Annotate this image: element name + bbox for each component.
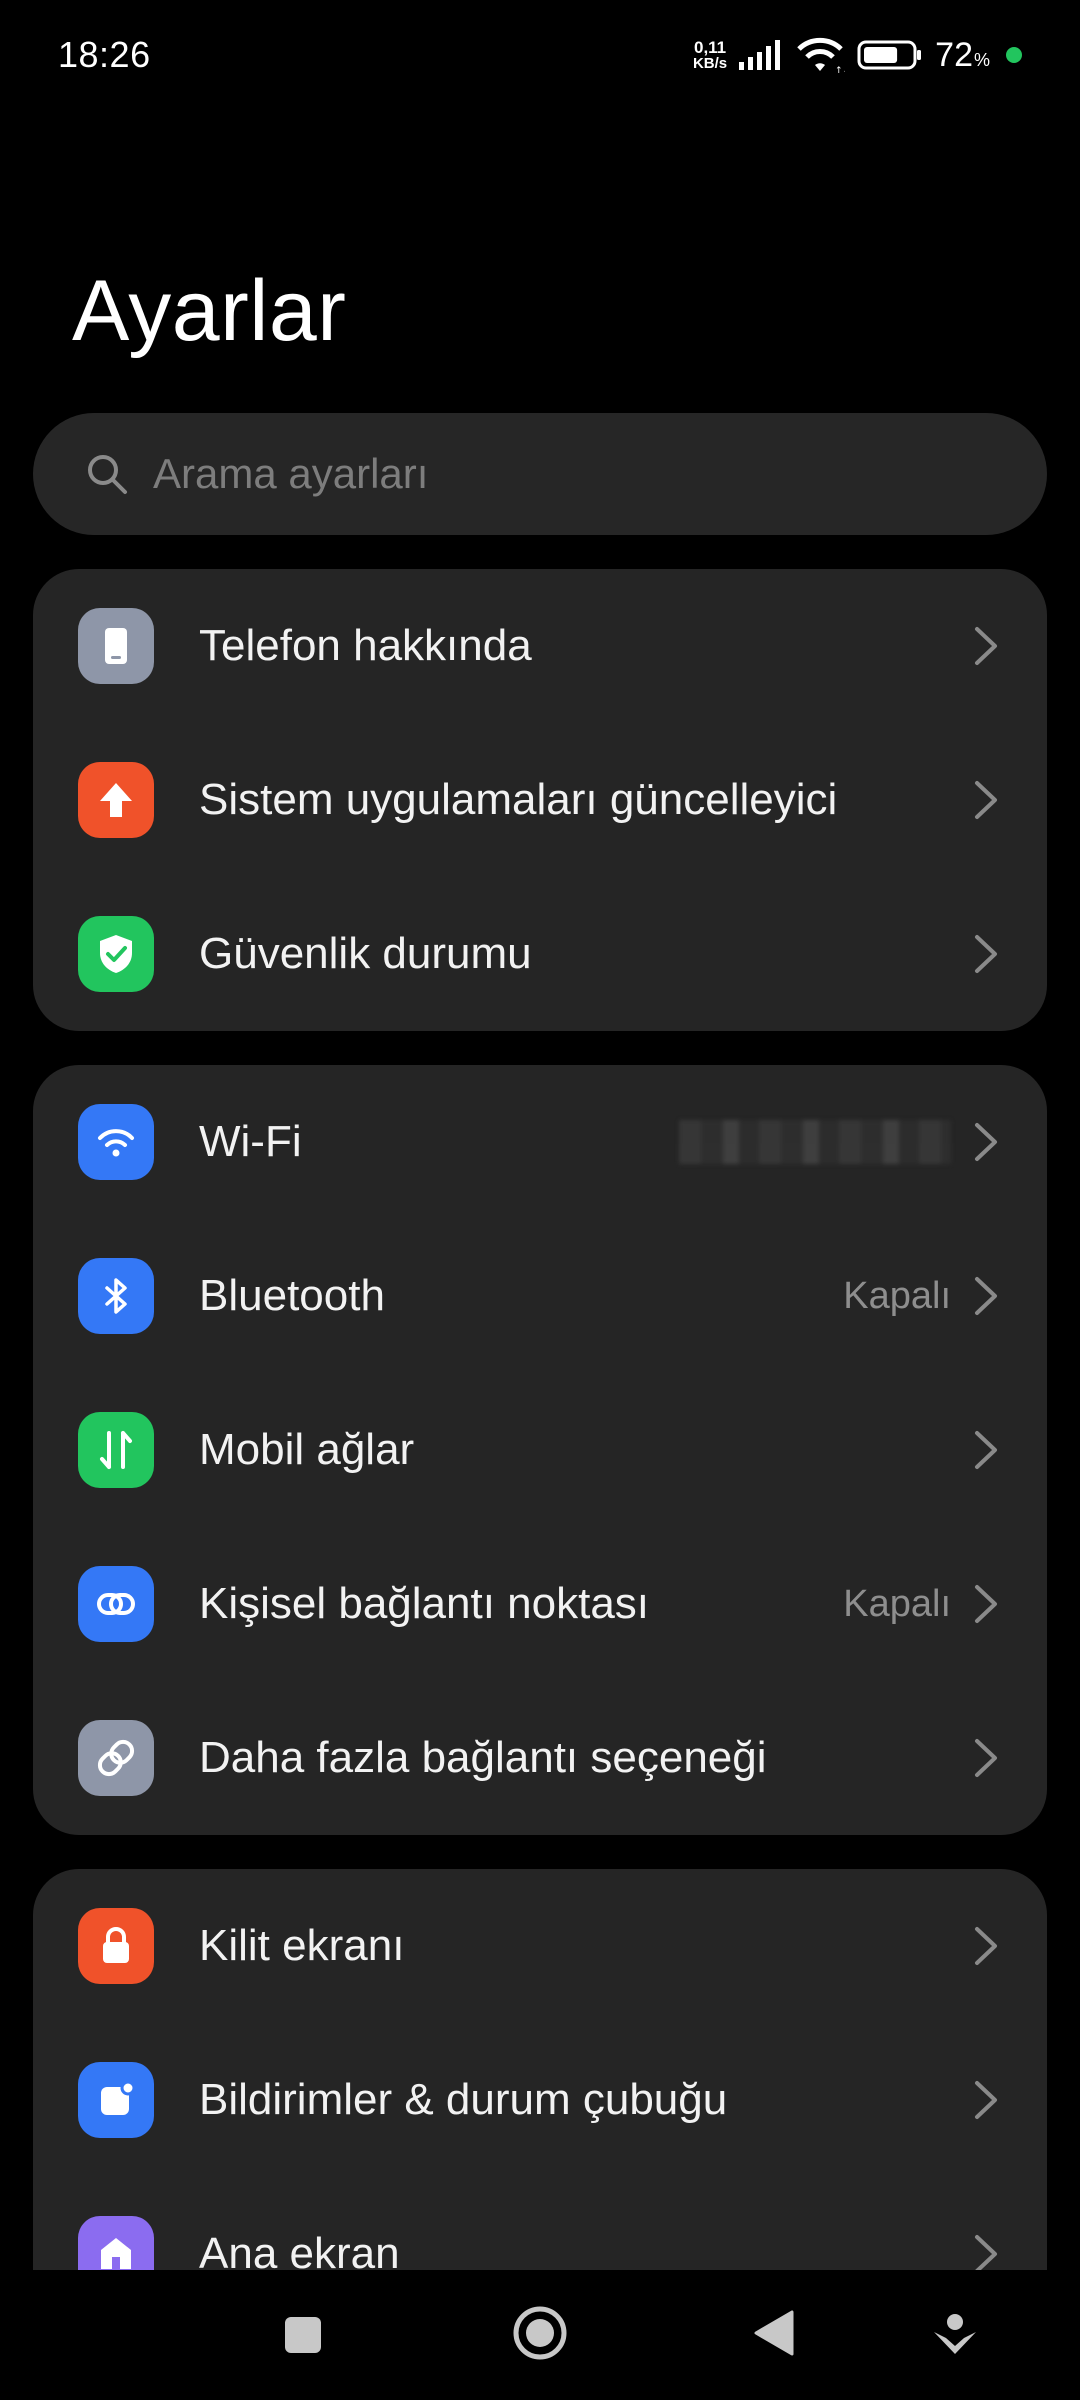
status-time: 18:26 — [58, 34, 151, 75]
chevron-right-icon — [975, 1585, 997, 1623]
hotspot-status: Kapalı — [843, 1582, 951, 1625]
status-bar: 18:26 0,11 KB/s ↑↓ — [0, 0, 1080, 110]
wifi-icon — [78, 1104, 154, 1180]
settings-item-system-updater[interactable]: Sistem uygulamaları güncelleyici — [33, 723, 1047, 877]
settings-item-label: Telefon hakkında — [199, 621, 532, 670]
wifi-status-icon: ↑↓ — [797, 37, 845, 75]
recent-apps-button[interactable] — [278, 2310, 328, 2360]
chevron-right-icon — [975, 2235, 997, 2270]
notification-icon — [78, 2062, 154, 2138]
link-icon — [78, 1720, 154, 1796]
settings-item-home-screen[interactable]: Ana ekran — [33, 2177, 1047, 2270]
arrow-up-icon — [78, 762, 154, 838]
assistant-button[interactable] — [928, 2308, 982, 2362]
settings-item-bluetooth[interactable]: Bluetooth Kapalı — [33, 1219, 1047, 1373]
chevron-right-icon — [975, 1123, 997, 1161]
hotspot-link-icon — [78, 1566, 154, 1642]
recent-apps-icon — [285, 2317, 321, 2353]
chevron-right-icon — [975, 1927, 997, 1965]
chevron-right-icon — [975, 781, 997, 819]
settings-item-security-status[interactable]: Güvenlik durumu — [33, 877, 1047, 1031]
battery-percent-value: 72 — [935, 35, 973, 74]
settings-item-label: Bildirimler & durum çubuğu — [199, 2075, 728, 2124]
settings-item-more-connectivity[interactable]: Daha fazla bağlantı seçeneği — [33, 1681, 1047, 1835]
settings-item-label: Kişisel bağlantı noktası — [199, 1579, 650, 1628]
battery-percent-unit: % — [973, 49, 990, 70]
chevron-right-icon — [975, 627, 997, 665]
chevron-right-icon — [975, 1739, 997, 1777]
network-speed-unit: KB/s — [692, 55, 728, 72]
settings-item-notifications[interactable]: Bildirimler & durum çubuğu — [33, 2023, 1047, 2177]
settings-group-device: Telefon hakkında Sistem uygulamaları gün… — [33, 569, 1047, 1031]
chevron-right-icon — [975, 1431, 997, 1469]
back-icon — [754, 2310, 794, 2356]
settings-item-wifi[interactable]: Wi-Fi — [33, 1065, 1047, 1219]
home-button-icon — [513, 2306, 567, 2360]
battery-percent: 72% — [935, 36, 990, 75]
wifi-network-name-redacted — [679, 1120, 951, 1164]
network-speed-value: 0,11 — [693, 38, 727, 57]
home-icon — [78, 2216, 154, 2270]
settings-item-mobile-networks[interactable]: Mobil ağlar — [33, 1373, 1047, 1527]
lock-icon — [78, 1908, 154, 1984]
phone-icon — [78, 608, 154, 684]
home-button[interactable] — [510, 2303, 570, 2363]
settings-item-label: Kilit ekranı — [199, 1921, 405, 1970]
network-speed: 0,11 KB/s — [693, 39, 727, 71]
signal-icon — [739, 40, 781, 70]
navigation-bar — [0, 2270, 1080, 2400]
search-input[interactable] — [153, 450, 953, 498]
settings-item-label: Bluetooth — [199, 1271, 385, 1320]
settings-group-personalization: Kilit ekranı Bildirimler & durum çubuğu … — [33, 1869, 1047, 2270]
bluetooth-icon — [78, 1258, 154, 1334]
back-button[interactable] — [750, 2308, 798, 2358]
settings-item-label: Güvenlik durumu — [199, 929, 532, 978]
mobile-data-icon — [78, 1412, 154, 1488]
assistant-icon — [934, 2314, 976, 2354]
chevron-right-icon — [975, 935, 997, 973]
privacy-indicator-dot — [1006, 47, 1022, 63]
chevron-right-icon — [975, 1277, 997, 1315]
settings-item-label: Sistem uygulamaları güncelleyici — [199, 775, 838, 824]
settings-item-about-phone[interactable]: Telefon hakkında — [33, 569, 1047, 723]
shield-check-icon — [78, 916, 154, 992]
battery-icon — [857, 40, 922, 70]
settings-item-personal-hotspot[interactable]: Kişisel bağlantı noktası Kapalı — [33, 1527, 1047, 1681]
bluetooth-status: Kapalı — [843, 1274, 951, 1317]
chevron-right-icon — [975, 2081, 997, 2119]
svg-text:↑↓: ↑↓ — [835, 66, 845, 75]
settings-group-connectivity: Wi-Fi Bluetooth Kapalı Mobil ağlar Kişis… — [33, 1065, 1047, 1835]
page-title: Ayarlar — [72, 263, 347, 359]
settings-screen: 18:26 0,11 KB/s ↑↓ — [0, 0, 1080, 2400]
settings-item-label: Daha fazla bağlantı seçeneği — [199, 1733, 767, 1782]
search-icon — [88, 455, 127, 494]
settings-item-label: Mobil ağlar — [199, 1425, 415, 1474]
search-bar[interactable] — [33, 413, 1047, 535]
settings-item-lock-screen[interactable]: Kilit ekranı — [33, 1869, 1047, 2023]
status-icons: 0,11 KB/s ↑↓ 72% — [693, 35, 1022, 75]
settings-item-label: Ana ekran — [199, 2229, 400, 2270]
settings-item-label: Wi-Fi — [199, 1117, 302, 1166]
